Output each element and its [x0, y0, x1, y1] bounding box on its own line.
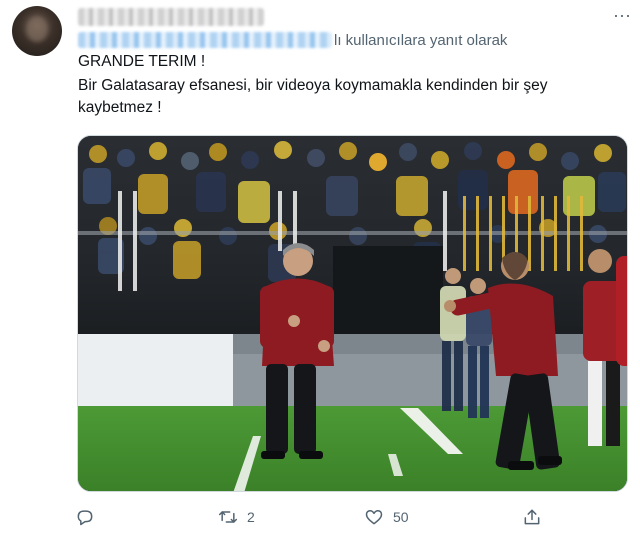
author-name-blurred[interactable]: [78, 8, 264, 26]
more-dots-icon[interactable]: ···: [612, 6, 632, 24]
avatar[interactable]: [12, 6, 62, 56]
mention-blurred[interactable]: [78, 32, 332, 48]
retweet-icon: [218, 511, 238, 523]
share-icon: [524, 509, 540, 525]
reply-icon: [77, 510, 93, 526]
tweet-actions: 2 50: [75, 505, 555, 529]
heart-icon: [365, 510, 383, 525]
like-count: 50: [393, 509, 409, 525]
tweet[interactable]: ··· lı kullanıcılara yanıt olarak GRANDE…: [0, 0, 640, 539]
share-button[interactable]: [522, 505, 542, 529]
retweet-count: 2: [247, 509, 255, 525]
retweet-button[interactable]: 2: [217, 505, 255, 529]
tweet-text-line: Bir Galatasaray efsanesi, bir videoya ko…: [78, 77, 548, 94]
tweet-photo[interactable]: [77, 135, 628, 492]
reply-context: lı kullanıcılara yanıt olarak: [78, 31, 507, 49]
tweet-text-line: GRANDE TERIM !: [78, 53, 206, 70]
like-button[interactable]: 50: [363, 505, 409, 529]
tweet-text-line: kaybetmez !: [78, 99, 162, 116]
reply-button[interactable]: [75, 505, 103, 529]
reply-context-label: lı kullanıcılara yanıt olarak: [334, 31, 508, 49]
